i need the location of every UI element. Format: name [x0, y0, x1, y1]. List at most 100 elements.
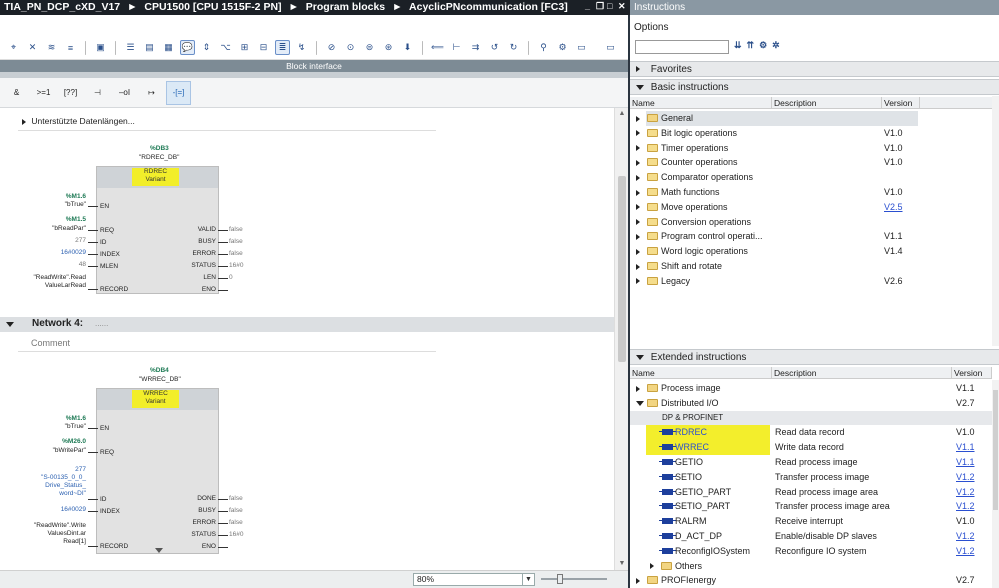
scroll-up-icon[interactable]: ▲ — [618, 110, 626, 118]
instruction-search-input[interactable] — [635, 40, 729, 54]
maximize-icon[interactable]: □ — [607, 2, 615, 11]
scroll-down-icon[interactable]: ▼ — [618, 560, 626, 568]
delete-network-icon[interactable]: ✕ — [25, 40, 40, 55]
expand-arrow-icon[interactable] — [636, 145, 640, 152]
column-description[interactable]: Description — [772, 97, 882, 109]
expand-arrow-icon[interactable] — [636, 174, 640, 181]
snapshot-icon[interactable]: ▭ — [574, 40, 589, 55]
empty-box-icon[interactable]: [??] — [58, 81, 83, 105]
basic-instruction-row[interactable]: Move operations V2.5 — [630, 200, 992, 215]
add-row-icon[interactable]: ≡ — [63, 40, 78, 55]
show-favorites-icon[interactable]: ▤ — [142, 40, 157, 55]
insert-row-icon[interactable]: ≋ — [44, 40, 59, 55]
param-tag[interactable]: "bTrue" — [30, 201, 86, 208]
extended-list-scrollbar[interactable] — [992, 380, 999, 588]
reference-icon[interactable]: ⊛ — [381, 40, 396, 55]
extended-instruction-row[interactable]: SETIO Transfer process image V1.2 — [630, 470, 992, 485]
expand-arrow-icon[interactable] — [636, 234, 640, 241]
basic-instruction-row[interactable]: Bit logic operations V1.0 — [630, 126, 992, 141]
network-comment[interactable]: Comment — [31, 338, 70, 348]
expand-arrow-icon[interactable] — [636, 189, 640, 196]
expand-arrow-icon[interactable] — [636, 219, 640, 226]
expand-block-icon[interactable] — [155, 548, 163, 553]
zoom-slider[interactable] — [541, 574, 607, 584]
go-to-error-icon[interactable]: ⊘ — [324, 40, 339, 55]
expand-arrow-icon[interactable] — [650, 563, 654, 570]
expand-arrow-icon[interactable] — [636, 160, 640, 167]
basic-instruction-row[interactable]: Timer operations V1.0 — [630, 141, 992, 156]
basic-instruction-row[interactable]: Comparator operations — [630, 170, 992, 185]
extended-instruction-row[interactable]: Process image V1.1 — [630, 381, 992, 396]
breadcrumb-cpu[interactable]: CPU1500 [CPU 1515F-2 PN] — [144, 1, 281, 13]
basic-instruction-row[interactable]: Program control operati... V1.1 — [630, 229, 992, 244]
extended-instruction-row[interactable]: ReconfigIOSystem Reconfigure IO system V1.… — [630, 544, 992, 559]
close-icon[interactable]: ✕ — [618, 2, 626, 11]
collapse-arrow-icon[interactable] — [6, 322, 14, 327]
collapse-arrow-icon[interactable] — [636, 84, 644, 90]
change-view-icon[interactable]: ⚙ — [759, 40, 767, 51]
instruction-version[interactable]: V1.2 — [956, 470, 975, 485]
basic-list-scrollbar[interactable] — [992, 96, 999, 346]
show-tags-icon[interactable]: ⊞ — [237, 40, 252, 55]
breadcrumb-program-blocks[interactable]: Program blocks — [306, 1, 385, 13]
expand-arrow-icon[interactable] — [636, 115, 640, 122]
scrollbar-thumb[interactable] — [993, 390, 998, 510]
ladder-canvas[interactable]: Unterstützte Datenlängen... %DB3 "RDREC_… — [0, 108, 614, 570]
column-description[interactable]: Description — [772, 367, 952, 379]
supported-lengths-row[interactable]: Unterstützte Datenlängen... — [22, 116, 135, 126]
column-name[interactable]: Name — [630, 367, 772, 379]
settings-icon[interactable]: ✲ — [772, 40, 780, 51]
open-branch-icon[interactable]: ⊣ — [85, 81, 110, 105]
extended-instruction-row[interactable]: D_ACT_DP Enable/disable DP slaves V1.2 — [630, 529, 992, 544]
and-box-icon[interactable]: & — [4, 81, 29, 105]
network-4-title[interactable]: ...... — [95, 319, 108, 328]
show-callers-icon[interactable]: ⌥ — [218, 40, 233, 55]
zoom-slider-handle[interactable] — [557, 574, 563, 584]
instruction-version[interactable]: V1.2 — [956, 529, 975, 544]
param-value[interactable]: 277 — [40, 237, 86, 244]
param-value[interactable]: 16#0029 — [40, 249, 86, 256]
basic-instruction-row[interactable]: General — [630, 111, 992, 126]
or-box-icon[interactable]: >=1 — [31, 81, 56, 105]
rotate-left-icon[interactable]: ↺ — [487, 40, 502, 55]
search-up-icon[interactable]: ⇈ — [747, 40, 755, 51]
compare-icon[interactable]: ⊜ — [362, 40, 377, 55]
breadcrumb-project[interactable]: TIA_PN_DCP_cXD_V17 — [4, 1, 120, 13]
expand-arrow-icon[interactable] — [636, 66, 640, 73]
minimize-icon[interactable]: _ — [585, 2, 593, 11]
extended-instruction-row[interactable]: RDREC Read data record V1.0 — [630, 425, 992, 441]
properties-icon[interactable]: ▭ — [603, 40, 618, 55]
extended-section-header[interactable]: Extended instructions — [630, 349, 999, 365]
column-version[interactable]: Version — [952, 367, 992, 379]
basic-instruction-row[interactable]: Shift and rotate — [630, 259, 992, 274]
expand-arrow-icon[interactable] — [636, 385, 640, 392]
param-tag[interactable]: 277 "S-00135_0_0_ Drive_Status_ word~DI" — [20, 466, 86, 498]
extended-instruction-row[interactable]: GETIO Read process image V1.1 — [630, 455, 992, 470]
rotate-right-icon[interactable]: ↻ — [506, 40, 521, 55]
param-tag[interactable]: "ReadWrite".Read ValueLarRead — [20, 274, 86, 290]
chevron-down-icon[interactable]: ▼ — [522, 574, 534, 585]
basic-instruction-row[interactable]: Word logic operations V1.4 — [630, 244, 992, 259]
basic-instruction-row[interactable]: Conversion operations — [630, 215, 992, 230]
param-tag[interactable]: "ReadWrite".Write ValuesDint.ar Read[1] — [20, 522, 86, 546]
editor-vertical-scrollbar[interactable]: ▲ ▼ — [614, 108, 628, 570]
extended-instruction-row[interactable]: Distributed I/O V2.7 — [630, 396, 992, 411]
extended-instruction-row[interactable]: GETIO_PART Read process image area V1.2 — [630, 485, 992, 500]
expand-arrow-icon[interactable] — [636, 204, 640, 211]
watch-table-icon[interactable]: ⚲ — [536, 40, 551, 55]
scrollbar-thumb[interactable] — [618, 176, 626, 362]
operand-width-icon[interactable]: ⇕ — [199, 40, 214, 55]
param-value[interactable]: 48 — [40, 261, 86, 268]
expand-arrow-icon[interactable] — [636, 130, 640, 137]
instruction-version[interactable]: V1.2 — [956, 485, 975, 500]
extended-instruction-row[interactable]: DP & PROFINET — [630, 410, 992, 426]
comment-icon[interactable]: 💬 — [180, 40, 195, 55]
extended-instruction-row[interactable]: WRREC Write data record V1.1 — [630, 440, 992, 455]
show-ladder-icon[interactable]: ⊢ — [449, 40, 464, 55]
expand-arrow-icon[interactable] — [636, 263, 640, 270]
instruction-version[interactable]: V1.2 — [956, 499, 975, 514]
param-tag[interactable]: "bReadPar" — [20, 225, 86, 232]
zoom-select[interactable]: 80% ▼ — [413, 573, 535, 586]
collapse-arrow-icon[interactable] — [636, 354, 644, 360]
wrrec-function-block[interactable] — [96, 388, 219, 554]
